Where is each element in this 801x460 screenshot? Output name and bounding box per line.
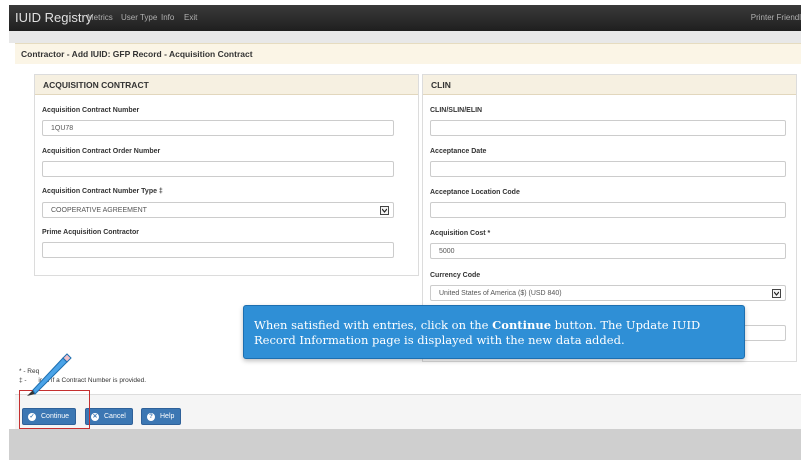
acceptance-date-label: Acceptance Date	[430, 148, 487, 155]
pencil-icon	[27, 353, 72, 396]
help-button-label: Help	[160, 413, 175, 420]
page-title: Contractor - Add IUID: GFP Record - Acqu…	[21, 49, 253, 59]
help-button[interactable]: ? Help	[141, 408, 182, 425]
acceptance-date-input[interactable]	[430, 161, 786, 177]
cancel-button[interactable]: ✕ Cancel	[85, 408, 133, 425]
nav-metrics[interactable]: Metrics	[87, 13, 113, 22]
prime-contractor-label: Prime Acquisition Contractor	[42, 229, 139, 236]
app-brand[interactable]: IUID Registry	[15, 10, 92, 25]
clin-panel-header: CLIN	[423, 75, 796, 95]
clin-panel-title: CLIN	[431, 80, 451, 90]
x-circle-icon: ✕	[91, 413, 99, 421]
question-circle-icon: ?	[147, 413, 155, 421]
clin-input[interactable]	[430, 120, 786, 136]
acquisition-contract-panel: ACQUISITION CONTRACT Acquisition Contrac…	[34, 74, 419, 276]
chevron-down-icon[interactable]	[380, 206, 389, 215]
acquisition-panel-title: ACQUISITION CONTRACT	[43, 80, 149, 90]
contract-number-input[interactable]: 1QU78	[42, 120, 394, 136]
page-footer-area	[9, 429, 801, 460]
contract-type-label: Acquisition Contract Number Type ‡	[42, 188, 163, 195]
page-margin	[0, 0, 9, 460]
nav-exit[interactable]: Exit	[184, 13, 197, 22]
currency-code-label: Currency Code	[430, 272, 481, 279]
contract-type-select[interactable]: COOPERATIVE AGREEMENT	[42, 202, 394, 218]
currency-code-value: United States of America ($) (USD 840)	[439, 290, 562, 297]
clin-label: CLIN/SLIN/ELIN	[430, 107, 483, 114]
instruction-tooltip: When satisfied with entries, click on th…	[243, 305, 745, 359]
contract-type-value: COOPERATIVE AGREEMENT	[51, 207, 147, 214]
page-title-bar: Contractor - Add IUID: GFP Record - Acqu…	[15, 43, 801, 65]
action-bar: ✓ Continue ✕ Cancel ? Help	[15, 394, 801, 430]
currency-code-select[interactable]: United States of America ($) (USD 840)	[430, 285, 786, 301]
acceptance-location-label: Acceptance Location Code	[430, 189, 520, 196]
cancel-button-label: Cancel	[104, 413, 126, 420]
acquisition-cost-input[interactable]: 5000	[430, 243, 786, 259]
top-navbar: IUID Registry Metrics User Type Info Exi…	[9, 5, 801, 31]
printer-friendly-link[interactable]: Printer Friendl	[751, 13, 801, 22]
prime-contractor-input[interactable]	[42, 242, 394, 258]
order-number-label: Acquisition Contract Order Number	[42, 148, 161, 155]
nav-spacer	[9, 31, 801, 43]
chevron-down-icon[interactable]	[772, 289, 781, 298]
acquisition-panel-header: ACQUISITION CONTRACT	[35, 75, 418, 95]
acceptance-location-input[interactable]	[430, 202, 786, 218]
tooltip-text: When satisfied with entries, click on th…	[254, 318, 701, 347]
nav-user-type[interactable]: User Type	[121, 13, 157, 22]
contract-number-label: Acquisition Contract Number	[42, 107, 140, 114]
app-window: IUID Registry Metrics User Type Info Exi…	[9, 0, 801, 460]
acquisition-cost-label: Acquisition Cost *	[430, 230, 491, 237]
nav-info[interactable]: Info	[161, 13, 174, 22]
order-number-input[interactable]	[42, 161, 394, 177]
